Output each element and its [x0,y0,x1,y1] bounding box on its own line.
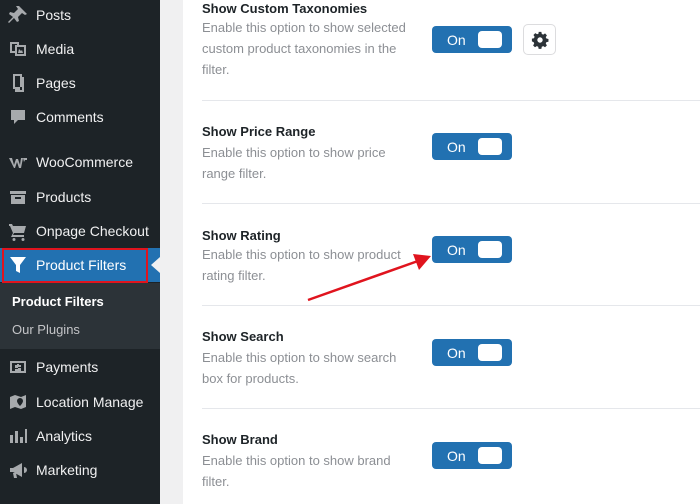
menu-item-marketing[interactable]: Marketing [0,453,160,487]
toggle-label: On [447,31,466,48]
product-filters-submenu: Product Filters Our Plugins [0,283,160,349]
media-icon [0,32,36,66]
toggle-knob [478,138,502,155]
toggle-label: On [447,138,466,155]
toggle-custom-taxonomies[interactable]: On [432,26,512,53]
toggle-label: On [447,241,466,258]
setting-row-rating: Show Rating Enable this option to show p… [202,204,700,306]
menu-item-woocommerce[interactable]: WooCommerce [0,145,160,179]
menu-item-analytics[interactable]: Analytics [0,419,160,453]
setting-title: Show Rating [202,228,281,243]
toggle-label: On [447,447,466,464]
setting-description: Enable this option to show price range f… [202,145,386,181]
setting-description: Enable this option to show brand filter. [202,453,391,489]
taxonomy-settings-button[interactable] [523,24,556,55]
admin-sidebar: Posts Media Pages Comments WooCommerce P… [0,0,160,504]
menu-item-payments[interactable]: Payments [0,350,160,384]
pages-icon [0,66,36,100]
highlight-box [2,248,148,283]
menu-item-posts[interactable]: Posts [0,0,160,32]
menu-item-onpage-checkout[interactable]: Onpage Checkout [0,214,160,248]
toggle-rating[interactable]: On [432,236,512,263]
toggle-brand[interactable]: On [432,442,512,469]
pin-icon [0,0,36,32]
setting-row-price-range: Show Price Range Enable this option to s… [202,101,700,204]
setting-title: Show Search [202,329,284,344]
cart-icon [0,214,36,248]
setting-description: Enable this option to show search box fo… [202,350,397,386]
comments-icon [0,100,36,134]
menu-item-location-manage[interactable]: Location Manage [0,385,160,419]
payments-icon [0,350,36,384]
menu-item-products[interactable]: Products [0,180,160,214]
submenu-item-our-plugins[interactable]: Our Plugins [12,322,80,337]
megaphone-icon [0,453,36,487]
toggle-knob [478,31,502,48]
setting-description: Enable this option to show selected cust… [202,20,406,77]
setting-title: Show Price Range [202,124,316,139]
location-icon [0,385,36,419]
menu-item-media[interactable]: Media [0,32,160,66]
settings-panel: Show Custom Taxonomies Enable this optio… [183,0,700,504]
toggle-knob [478,447,502,464]
setting-row-custom-taxonomies: Show Custom Taxonomies Enable this optio… [202,0,700,101]
setting-title: Show Brand [202,432,278,447]
active-indicator [151,257,160,273]
toggle-knob [478,241,502,258]
menu-item-pages[interactable]: Pages [0,66,160,100]
annotation-arrow [307,254,431,302]
setting-title: Show Custom Taxonomies [202,1,368,16]
menu-item-comments[interactable]: Comments [0,100,160,134]
toggle-knob [478,344,502,361]
toggle-label: On [447,344,466,361]
toggle-search[interactable]: On [432,339,512,366]
setting-row-search: Show Search Enable this option to show s… [202,306,700,409]
gear-icon [531,31,548,49]
analytics-icon [0,419,36,453]
submenu-item-product-filters[interactable]: Product Filters [12,294,104,309]
products-icon [0,180,36,214]
setting-row-brand: Show Brand Enable this option to show br… [202,409,700,504]
toggle-price-range[interactable]: On [432,133,512,160]
woocommerce-icon [0,145,36,179]
